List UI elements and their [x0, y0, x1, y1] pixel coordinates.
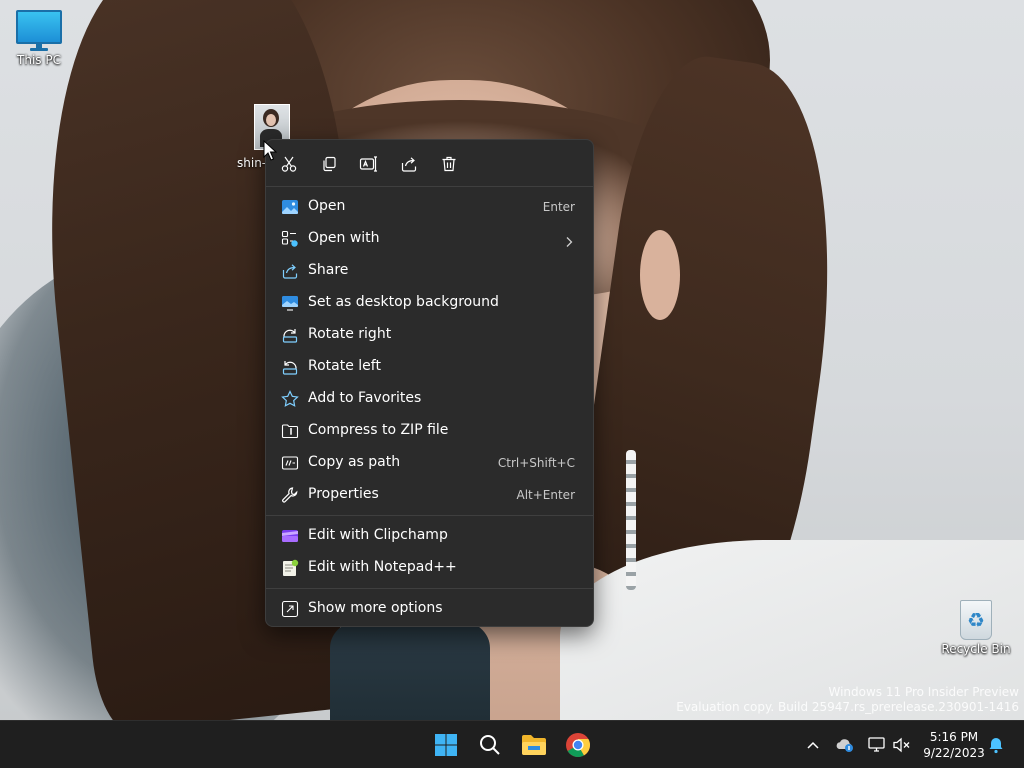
image-file-label: shin-: [237, 156, 267, 170]
zip-folder-icon: [281, 422, 299, 440]
menu-item-label: Open: [308, 198, 346, 214]
network-icon[interactable]: [867, 735, 887, 755]
menu-separator: [266, 515, 593, 516]
menu-item-open-with[interactable]: Open with: [270, 223, 589, 255]
desktop-icon-this-pc[interactable]: This PC: [10, 10, 68, 67]
copy-path-icon: [281, 454, 299, 472]
context-menu: Open Enter Open with Share Set as deskto…: [265, 139, 594, 627]
star-icon: [281, 390, 299, 408]
menu-item-compress-zip[interactable]: Compress to ZIP file: [270, 415, 589, 447]
clock-time: 5:16 PM: [929, 730, 979, 744]
menu-item-rotate-left[interactable]: Rotate left: [270, 351, 589, 383]
volume-muted-icon[interactable]: [892, 735, 912, 755]
menu-item-show-more-options[interactable]: Show more options: [270, 593, 589, 625]
menu-item-label: Rotate left: [308, 358, 381, 374]
menu-item-edit-clipchamp[interactable]: Edit with Clipchamp: [270, 520, 589, 552]
notepad-plus-plus-icon: [281, 559, 299, 577]
menu-item-edit-notepad-plus-plus[interactable]: Edit with Notepad++: [270, 552, 589, 584]
quick-actions-bar: [266, 140, 593, 186]
rename-icon[interactable]: [358, 153, 380, 175]
menu-item-label: Edit with Notepad++: [308, 559, 457, 575]
menu-item-label: Add to Favorites: [308, 390, 422, 406]
wrench-icon: [281, 486, 299, 504]
more-options-icon: [281, 600, 299, 618]
chrome-icon[interactable]: [562, 729, 594, 761]
file-explorer-icon[interactable]: [518, 729, 550, 761]
search-icon[interactable]: [474, 729, 506, 761]
menu-item-label: Compress to ZIP file: [308, 422, 449, 438]
mouse-cursor-icon: [263, 139, 278, 162]
chevron-up-icon[interactable]: [803, 735, 823, 755]
menu-item-share[interactable]: Share: [270, 255, 589, 287]
menu-item-label: Share: [308, 262, 349, 278]
menu-item-label: Rotate right: [308, 326, 392, 342]
clock-date: 9/22/2023: [923, 746, 985, 760]
rotate-right-icon: [281, 326, 299, 344]
menu-item-copy-as-path[interactable]: Copy as path Ctrl+Shift+C: [270, 447, 589, 479]
menu-separator: [266, 588, 593, 589]
menu-item-shortcut: Ctrl+Shift+C: [497, 456, 575, 470]
taskbar: 5:16 PM 9/22/2023: [0, 720, 1024, 768]
menu-item-open[interactable]: Open Enter: [270, 191, 589, 223]
menu-separator: [266, 186, 593, 187]
menu-item-label: Properties: [308, 486, 379, 502]
onedrive-icon[interactable]: [835, 735, 855, 755]
copy-icon[interactable]: [318, 153, 340, 175]
chevron-right-icon: [564, 233, 574, 247]
watermark-build: Evaluation copy. Build 25947.rs_prerelea…: [676, 700, 1019, 714]
rotate-left-icon: [281, 358, 299, 376]
taskbar-clock[interactable]: 5:16 PM 9/22/2023: [918, 729, 990, 761]
desktop-icon-label: Recycle Bin: [941, 642, 1011, 656]
menu-item-shortcut: Enter: [542, 200, 575, 214]
clipchamp-icon: [281, 527, 299, 545]
menu-item-shortcut: Alt+Enter: [516, 488, 575, 502]
menu-item-label: Set as desktop background: [308, 294, 499, 310]
trash-icon[interactable]: [438, 153, 460, 175]
monitor-icon: [16, 10, 62, 51]
share-icon: [281, 262, 299, 280]
menu-item-label: Show more options: [308, 600, 443, 616]
menu-item-rotate-right[interactable]: Rotate right: [270, 319, 589, 351]
menu-item-set-desktop-background[interactable]: Set as desktop background: [270, 287, 589, 319]
menu-item-properties[interactable]: Properties Alt+Enter: [270, 479, 589, 511]
desktop-icon-recycle-bin[interactable]: ♻ Recycle Bin: [938, 600, 1014, 656]
windows-watermark: Windows 11 Pro Insider Preview Evaluatio…: [676, 685, 1019, 715]
menu-item-label: Open with: [308, 230, 380, 246]
recycle-bin-icon: ♻: [960, 600, 992, 640]
menu-item-add-to-favorites[interactable]: Add to Favorites: [270, 383, 589, 415]
menu-item-label: Edit with Clipchamp: [308, 527, 448, 543]
open-with-icon: [281, 230, 299, 248]
photos-app-icon: [281, 198, 299, 216]
menu-item-label: Copy as path: [308, 454, 401, 470]
start-icon[interactable]: [430, 729, 462, 761]
desktop-background-icon: [281, 294, 299, 312]
bell-icon[interactable]: [986, 735, 1006, 755]
share-icon[interactable]: [398, 153, 420, 175]
scissors-icon[interactable]: [278, 153, 300, 175]
watermark-edition: Windows 11 Pro Insider Preview: [828, 685, 1019, 699]
desktop-icon-label: This PC: [17, 53, 61, 67]
